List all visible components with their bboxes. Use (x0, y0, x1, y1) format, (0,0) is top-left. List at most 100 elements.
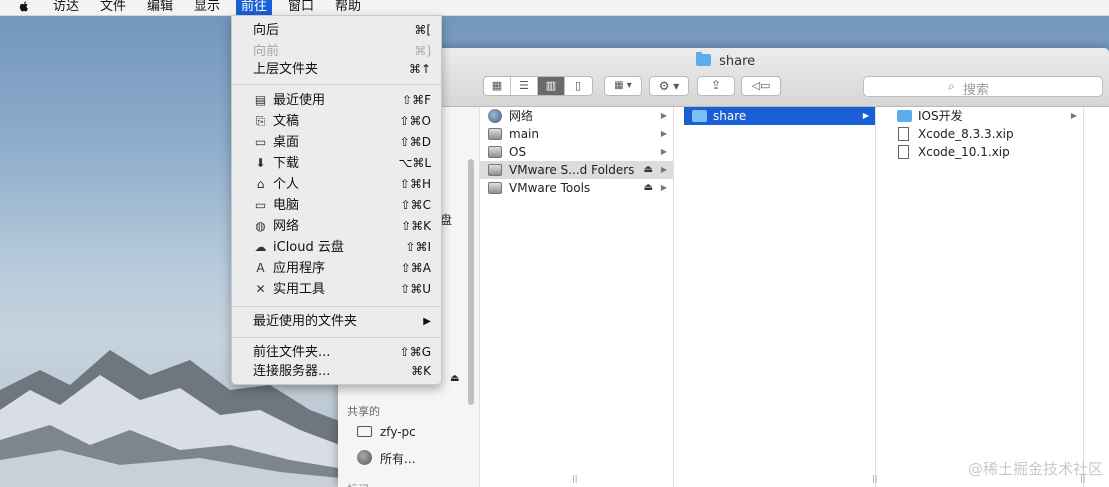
folder-icon (897, 110, 912, 122)
menu-item-back[interactable]: 向后 ⌘[ (232, 20, 441, 41)
recents-icon: ▤ (254, 93, 267, 107)
menu-edit[interactable]: 编辑 (147, 0, 173, 15)
column-resize-handle[interactable]: || (572, 474, 577, 483)
eject-icon[interactable]: ⏏ (644, 179, 653, 197)
menu-item-shortcut: ⇧⌘H (399, 177, 431, 191)
menu-item-shortcut: ⇧⌘D (399, 135, 431, 149)
menu-item-connect-server[interactable]: 连接服务器... ⌘K (232, 361, 441, 382)
menu-item-label: 向后 (253, 23, 280, 38)
gallery-view-icon[interactable]: ▯ (565, 77, 591, 95)
menu-item-documents[interactable]: ⎘ 文稿 ⇧⌘O (232, 111, 441, 132)
sidebar-item-zfy-pc[interactable]: zfy-pc (338, 423, 478, 443)
list-item[interactable]: VMware S...d Folders ⏏ ▶ (480, 161, 673, 179)
disk-icon (488, 164, 502, 176)
menu-separator (232, 306, 441, 307)
menu-item-shortcut: ⇧⌘I (405, 240, 431, 254)
icon-view-icon[interactable]: ▦ (484, 77, 511, 95)
item-label: IOS开发 (918, 109, 963, 123)
window-title: share (696, 52, 755, 69)
sidebar-item-label: 所有... (380, 452, 416, 466)
menu-separator (232, 337, 441, 338)
menu-item-shortcut: ⇧⌘O (399, 114, 432, 128)
sidebar-item-all[interactable]: 所有... (338, 448, 478, 468)
tags-button[interactable]: ◁▭ (741, 76, 781, 96)
menu-item-network[interactable]: ◍ 网络 ⇧⌘K (232, 216, 441, 237)
menu-go[interactable]: 前往 (236, 0, 273, 15)
computer-icon: ▭ (254, 198, 267, 212)
menu-help[interactable]: 帮助 (335, 0, 361, 15)
menu-finder[interactable]: 访达 (53, 0, 79, 15)
menu-item-label: 上层文件夹 (253, 62, 319, 77)
eject-icon[interactable]: ⏏ (450, 373, 459, 384)
menu-item-shortcut: ⌘[ (414, 23, 431, 37)
disclosure-arrow-icon: ▶ (862, 111, 869, 120)
item-label: main (509, 127, 539, 141)
submenu-arrow-icon: ▶ (423, 316, 431, 327)
list-item[interactable]: Xcode_10.1.xip (889, 143, 1083, 161)
menu-item-desktop[interactable]: ▭ 桌面 ⇧⌘D (232, 132, 441, 153)
network-icon: ◍ (255, 219, 266, 233)
disk-icon (488, 182, 502, 194)
menu-item-shortcut: ⌥⌘L (398, 156, 431, 170)
folder-icon (696, 52, 711, 66)
item-label: share (713, 109, 747, 123)
sidebar-section-shared: 共享的 (347, 405, 380, 418)
menu-window[interactable]: 窗口 (288, 0, 314, 15)
menu-item-shortcut: ⇧⌘K (401, 219, 431, 233)
disk-icon (488, 146, 502, 158)
disclosure-arrow-icon: ▶ (1070, 111, 1077, 120)
menu-item-icloud[interactable]: ☁ iCloud 云盘 ⇧⌘I (232, 237, 441, 258)
browser-column-3: IOS开发 ▶ Xcode_8.3.3.xip Xcode_10.1.xip |… (889, 107, 1085, 487)
menu-item-downloads[interactable]: ⬇ 下载 ⌥⌘L (232, 153, 441, 174)
menu-item-label: iCloud 云盘 (273, 240, 344, 255)
menu-item-label: 实用工具 (273, 282, 326, 297)
list-item[interactable]: 网络 ▶ (480, 107, 673, 125)
item-label: Xcode_8.3.3.xip (918, 127, 1014, 141)
menu-item-shortcut: ⇧⌘G (399, 345, 431, 359)
item-label: VMware Tools (509, 181, 591, 195)
menu-item-label: 最近使用 (273, 93, 326, 108)
group-by-button[interactable]: ▦ ▾ (604, 76, 642, 96)
column-view-icon[interactable]: ▥ (538, 77, 565, 95)
icloud-icon: ☁ (254, 240, 267, 254)
sidebar-scrollbar[interactable] (468, 159, 474, 405)
search-field[interactable]: ⌕ 搜索 (863, 76, 1103, 98)
column-resize-handle[interactable]: || (872, 474, 877, 483)
disclosure-arrow-icon: ▶ (660, 111, 667, 120)
apple-icon[interactable] (17, 0, 31, 14)
list-item[interactable]: IOS开发 ▶ (889, 107, 1083, 125)
menu-item-computer[interactable]: ▭ 电脑 ⇧⌘C (232, 195, 441, 216)
menu-file[interactable]: 文件 (100, 0, 126, 15)
downloads-icon: ⬇ (255, 156, 266, 170)
menu-view[interactable]: 显示 (194, 0, 220, 15)
menu-item-label: 应用程序 (273, 261, 326, 276)
menu-item-label: 连接服务器... (253, 364, 331, 379)
menu-item-recents[interactable]: ▤ 最近使用 ⇧⌘F (232, 90, 441, 111)
list-item[interactable]: OS ▶ (480, 143, 673, 161)
menu-item-utilities[interactable]: ✕ 实用工具 ⇧⌘U (232, 279, 441, 300)
menu-item-label: 网络 (273, 219, 300, 234)
list-item[interactable]: share ▶ (684, 107, 875, 125)
menu-item-shortcut: ⌘↑ (408, 62, 431, 76)
list-view-icon[interactable]: ☰ (511, 77, 538, 95)
list-item[interactable]: main ▶ (480, 125, 673, 143)
menu-item-go-to-folder[interactable]: 前往文件夹... ⇧⌘G (232, 342, 441, 363)
menu-item-label: 最近使用的文件夹 (253, 314, 358, 329)
network-icon (488, 109, 502, 123)
list-item[interactable]: VMware Tools ⏏ ▶ (480, 179, 673, 197)
menu-item-enclosing-folder[interactable]: 上层文件夹 ⌘↑ (232, 59, 441, 80)
search-icon: ⌕ (948, 79, 955, 93)
eject-icon[interactable]: ⏏ (644, 161, 653, 179)
sidebar-section-tags-partial: 标记 (347, 481, 369, 487)
action-gear-button[interactable]: ⚙ ▾ (649, 76, 689, 96)
share-button[interactable]: ⇪ (697, 76, 735, 96)
list-item[interactable]: Xcode_8.3.3.xip (889, 125, 1083, 143)
menu-item-applications[interactable]: A 应用程序 ⇧⌘A (232, 258, 441, 279)
menu-item-home[interactable]: ⌂ 个人 ⇧⌘H (232, 174, 441, 195)
watermark: @稀土掘金技术社区 (967, 460, 1103, 478)
window-toolbar: share ▦ ☰ ▥ ▯ ▦ ▾ ⚙ ▾ ⇪ ◁▭ ⌕ 搜索 (338, 48, 1109, 107)
search-placeholder: 搜索 (963, 83, 990, 98)
disclosure-arrow-icon: ▶ (660, 147, 667, 156)
menu-item-recent-folders[interactable]: 最近使用的文件夹 ▶ (232, 311, 441, 332)
computer-icon (357, 426, 372, 437)
